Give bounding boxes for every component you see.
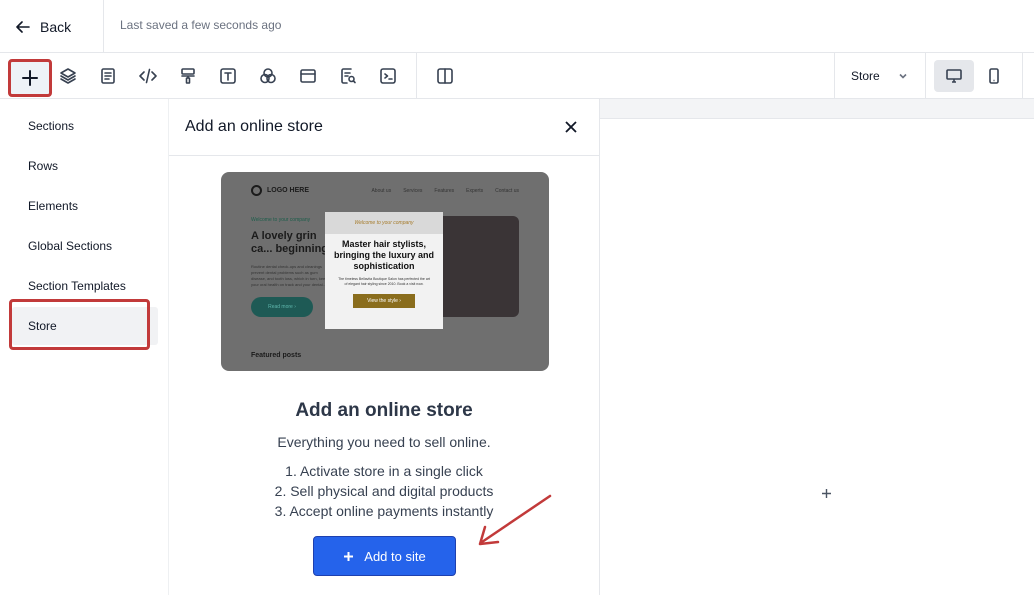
styles-button[interactable] [173,61,203,91]
preview-read-more: Read more › [251,297,313,317]
logo-mark-icon [251,185,262,196]
split-view-icon [437,68,453,84]
plus-icon [344,551,354,561]
close-icon [565,121,577,133]
page-select-dropdown[interactable]: Store [835,53,925,99]
save-status: Last saved a few seconds ago [120,18,282,32]
console-button[interactable] [373,61,403,91]
arrow-left-icon [16,21,30,33]
mobile-view-button[interactable] [974,60,1014,92]
split-view-button[interactable] [430,61,460,91]
preview-card-heading: Master hair stylists, bringing the luxur… [334,239,435,271]
close-button[interactable] [561,117,581,137]
sidebar-item-label: Store [28,319,57,333]
preview-nav-item: Features [434,188,455,194]
sidebar-item-label: Sections [28,119,75,133]
list-item: 2. Sell physical and digital products [274,483,494,499]
list-item: 1. Activate store in a single click [285,463,483,479]
back-label: Back [40,19,72,35]
sidebar-item-elements[interactable]: Elements [12,187,158,225]
sidebar-item-label: Global Sections [28,239,113,253]
preview-logo-text: LOGO HERE [267,187,310,194]
store-steps: 1. Activate store in a single click 2. S… [169,461,599,521]
preview-nav: About us Services Features Experts Conta… [371,188,519,194]
preview-logo: LOGO HERE [251,185,309,196]
top-bar: Back Last saved a few seconds ago [0,0,1034,53]
preview-featured: Featured posts [251,352,302,359]
chevron-down-icon [899,73,907,79]
layers-icon [60,68,76,84]
canvas-top-bar [600,99,1034,119]
preview-photo [435,216,519,317]
color-button[interactable] [253,61,283,91]
search-document-icon [341,68,356,84]
store-heading: Add an online store [295,400,473,421]
toolbar-divider [416,53,417,99]
left-sidebar: Sections Rows Elements Global Sections S… [0,99,168,595]
panel-header: Add an online store [169,99,599,156]
add-to-site-button[interactable]: Add to site [313,536,456,576]
browser-window-icon [300,69,316,83]
divider [103,0,104,53]
paint-roller-icon [181,68,195,84]
sidebar-item-global-sections[interactable]: Global Sections [12,227,158,265]
desktop-view-button[interactable] [934,60,974,92]
preview-card-tagline: Welcome to your company [325,212,443,234]
desktop-icon [946,69,962,83]
plus-icon [22,70,38,86]
sidebar-item-label: Rows [28,159,59,173]
preview-nav-item: About us [371,188,392,194]
typography-button[interactable] [213,61,243,91]
panel-title: Add an online store [185,118,323,135]
page-select-value: Store [851,69,880,83]
add-section-button[interactable] [818,485,834,501]
seo-button[interactable] [333,61,363,91]
store-subheading: Everything you need to sell online. [277,434,491,450]
terminal-icon [380,68,396,84]
toolbar-divider [925,53,926,99]
toolbar: Store [0,53,1034,99]
sidebar-item-store[interactable]: Store [12,307,158,345]
preview-popup-card: Welcome to your company Master hair styl… [325,212,443,329]
sidebar-item-sections[interactable]: Sections [12,107,158,145]
preview-welcome: Welcome to your company [251,217,311,223]
pages-button[interactable] [93,61,123,91]
back-button[interactable]: Back [16,14,71,40]
store-panel: Add an online store LOGO HERE About us S… [168,99,600,595]
list-item: 3. Accept online payments instantly [274,503,494,519]
layout-button[interactable] [293,61,323,91]
mobile-icon [989,68,999,84]
layers-button[interactable] [53,61,83,91]
sidebar-item-section-templates[interactable]: Section Templates [12,267,158,305]
code-button[interactable] [133,61,163,91]
store-preview-image: LOGO HERE About us Services Features Exp… [221,172,549,371]
toolbar-divider [1022,53,1023,99]
preview-nav-item: Services [403,188,423,194]
preview-card-body: The timeless Bellavita Boutique Salon ha… [338,277,430,286]
shapes-icon [260,68,276,84]
preview-nav-item: Experts [466,188,484,194]
plus-icon [821,488,831,498]
sidebar-item-label: Elements [28,199,79,213]
editor-canvas[interactable] [600,99,1034,595]
preview-nav-item: Contact us [495,188,519,194]
preview-body: Routine dental check-ups and cleanings p… [251,264,328,287]
sidebar-item-label: Section Templates [28,279,126,293]
add-element-button[interactable] [8,59,52,97]
code-icon [139,68,157,84]
sidebar-item-rows[interactable]: Rows [12,147,158,185]
text-icon [220,68,236,84]
add-to-site-label: Add to site [364,548,426,564]
preview-card-button: View the style › [353,294,415,308]
page-icon [101,68,115,84]
